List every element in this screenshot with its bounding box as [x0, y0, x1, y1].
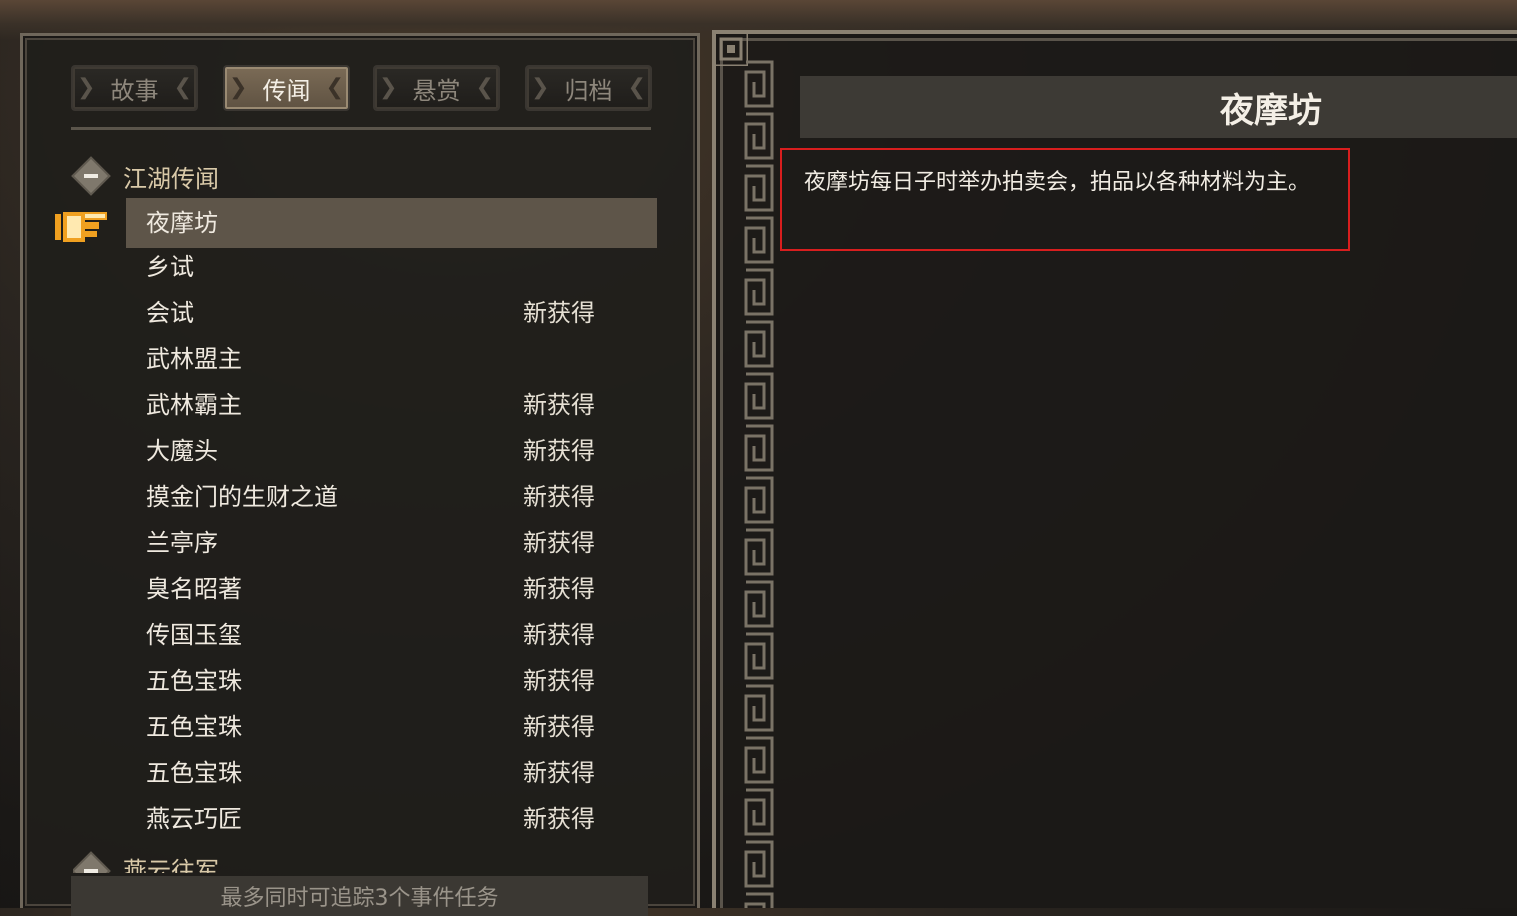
rumor-list: 夜摩坊 乡试 会试 新获得 武林盟主 武林霸主 新获得 大魔头 新获得 摸金门的生财之… [126, 198, 657, 842]
meander-border-icon [742, 58, 776, 908]
tab-story[interactable]: ❯ 故事 ❮ [71, 65, 198, 111]
item-name: 武林霸主 [146, 391, 242, 419]
new-badge: 新获得 [523, 713, 595, 741]
list-item[interactable]: 大魔头 新获得 [126, 428, 657, 474]
list-item[interactable]: 五色宝珠 新获得 [126, 750, 657, 796]
tab-bar: ❯ 故事 ❮ ❯ 传闻 ❮ ❯ 悬赏 ❮ ❯ 归档 ❮ [71, 65, 661, 111]
tab-label: 故事 [110, 76, 159, 105]
tab-archive[interactable]: ❯ 归档 ❮ [525, 65, 652, 111]
new-badge: 新获得 [523, 299, 595, 327]
hand-pointer-icon [55, 212, 107, 242]
chevron-left-icon: ❮ [173, 75, 192, 100]
section-header-yanyun[interactable]: 燕云往军 [73, 847, 219, 873]
tab-label: 悬赏 [412, 76, 461, 105]
new-badge: 新获得 [523, 621, 595, 649]
list-item[interactable]: 五色宝珠 新获得 [126, 658, 657, 704]
section-header-jianghu[interactable]: 江湖传闻 [71, 156, 219, 196]
list-item[interactable]: 会试 新获得 [126, 290, 657, 336]
new-badge: 新获得 [523, 391, 595, 419]
list-item[interactable]: 传国玉玺 新获得 [126, 612, 657, 658]
item-name: 夜摩坊 [146, 209, 218, 237]
item-name: 五色宝珠 [146, 759, 242, 787]
item-name: 兰亭序 [146, 529, 218, 557]
chevron-left-icon: ❮ [325, 75, 344, 100]
detail-title: 夜摩坊 [1220, 90, 1322, 131]
item-name: 会试 [146, 299, 194, 327]
quest-log-panel: ❯ 故事 ❮ ❯ 传闻 ❮ ❯ 悬赏 ❮ ❯ 归档 ❮ 江湖传闻 夜摩坊 乡试 … [20, 33, 700, 916]
item-name: 臭名昭著 [146, 575, 242, 603]
chevron-left-icon: ❮ [475, 75, 494, 100]
item-name: 燕云巧匠 [146, 805, 242, 833]
chevron-right-icon: ❯ [379, 75, 398, 100]
list-item[interactable]: 摸金门的生财之道 新获得 [126, 474, 657, 520]
tab-label: 传闻 [262, 76, 311, 105]
list-item[interactable]: 武林盟主 [126, 336, 657, 382]
new-badge: 新获得 [523, 483, 595, 511]
chevron-right-icon: ❯ [229, 75, 248, 100]
item-name: 大魔头 [146, 437, 218, 465]
new-badge: 新获得 [523, 437, 595, 465]
detail-description: 夜摩坊每日子时举办拍卖会，拍品以各种材料为主。 [780, 148, 1350, 251]
item-name: 传国玉玺 [146, 621, 242, 649]
new-badge: 新获得 [523, 667, 595, 695]
status-text: 最多同时可追踪3个事件任务 [220, 886, 499, 911]
item-name: 摸金门的生财之道 [146, 483, 338, 511]
new-badge: 新获得 [523, 759, 595, 787]
section-label: 江湖传闻 [123, 164, 219, 193]
detail-title-bar: 夜摩坊 [800, 76, 1517, 138]
list-item[interactable]: 夜摩坊 [126, 198, 657, 248]
new-badge: 新获得 [523, 805, 595, 833]
chevron-right-icon: ❯ [531, 75, 550, 100]
tracking-status-bar: 最多同时可追踪3个事件任务 [71, 876, 648, 916]
list-item[interactable]: 五色宝珠 新获得 [126, 704, 657, 750]
list-item[interactable]: 臭名昭著 新获得 [126, 566, 657, 612]
new-badge: 新获得 [523, 575, 595, 603]
list-item[interactable]: 兰亭序 新获得 [126, 520, 657, 566]
list-item[interactable]: 乡试 [126, 244, 657, 290]
list-item[interactable]: 武林霸主 新获得 [126, 382, 657, 428]
item-name: 五色宝珠 [146, 713, 242, 741]
section-label: 燕云往军 [123, 857, 219, 873]
divider [71, 127, 651, 130]
chevron-right-icon: ❯ [77, 75, 96, 100]
item-name: 五色宝珠 [146, 667, 242, 695]
tab-rumors[interactable]: ❯ 传闻 ❮ [223, 65, 350, 111]
list-item[interactable]: 燕云巧匠 新获得 [126, 796, 657, 842]
tab-bounty[interactable]: ❯ 悬赏 ❮ [373, 65, 500, 111]
item-name: 武林盟主 [146, 345, 242, 373]
chevron-left-icon: ❮ [627, 75, 646, 100]
description-text: 夜摩坊每日子时举办拍卖会，拍品以各种材料为主。 [804, 170, 1311, 195]
item-name: 乡试 [146, 253, 194, 281]
collapse-icon[interactable] [73, 851, 111, 873]
new-badge: 新获得 [523, 529, 595, 557]
tab-label: 归档 [564, 76, 613, 105]
collapse-icon[interactable] [71, 156, 111, 196]
